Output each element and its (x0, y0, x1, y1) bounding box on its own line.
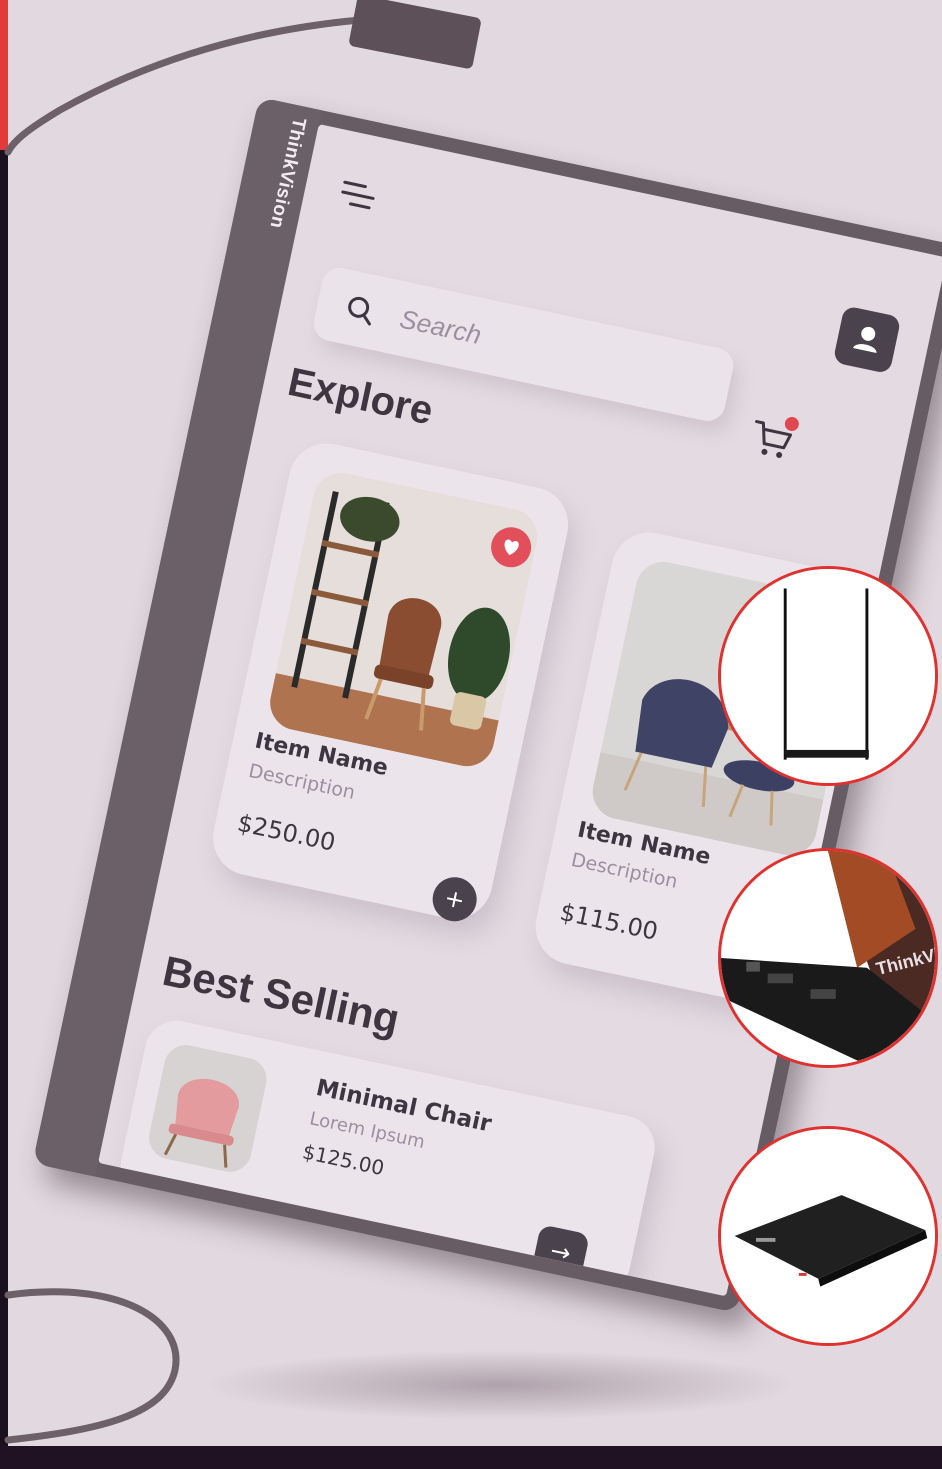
heart-icon (504, 539, 519, 556)
hamburger-menu-icon[interactable] (338, 178, 379, 213)
product-price: $115.00 (557, 897, 661, 946)
add-to-cart-button[interactable]: + (428, 873, 481, 926)
search-input[interactable] (393, 297, 710, 404)
product-price: $125.00 (300, 1139, 387, 1181)
user-icon (852, 326, 877, 353)
thumbnail-side-profile[interactable] (718, 566, 938, 786)
monitor-folded-icon (721, 1129, 935, 1343)
search-icon (348, 296, 371, 326)
product-thumbnail (144, 1040, 271, 1177)
favorite-button[interactable] (487, 523, 535, 571)
thumbnail-folded-stand[interactable] (718, 1126, 938, 1346)
profile-button[interactable] (832, 305, 902, 375)
floor-shadow (200, 1350, 800, 1420)
bottom-bar (0, 1446, 942, 1469)
product-card[interactable]: Item Name Description $250.00 + (205, 436, 576, 926)
plus-icon: + (441, 883, 468, 916)
arrow-right-icon: → (547, 1236, 574, 1268)
monitor-side-icon (721, 569, 935, 783)
explore-heading: Explore (284, 359, 437, 434)
thumbnail-ports-closeup[interactable]: ThinkVision (718, 848, 938, 1068)
product-image (264, 467, 543, 772)
product-price: $250.00 (234, 808, 338, 857)
